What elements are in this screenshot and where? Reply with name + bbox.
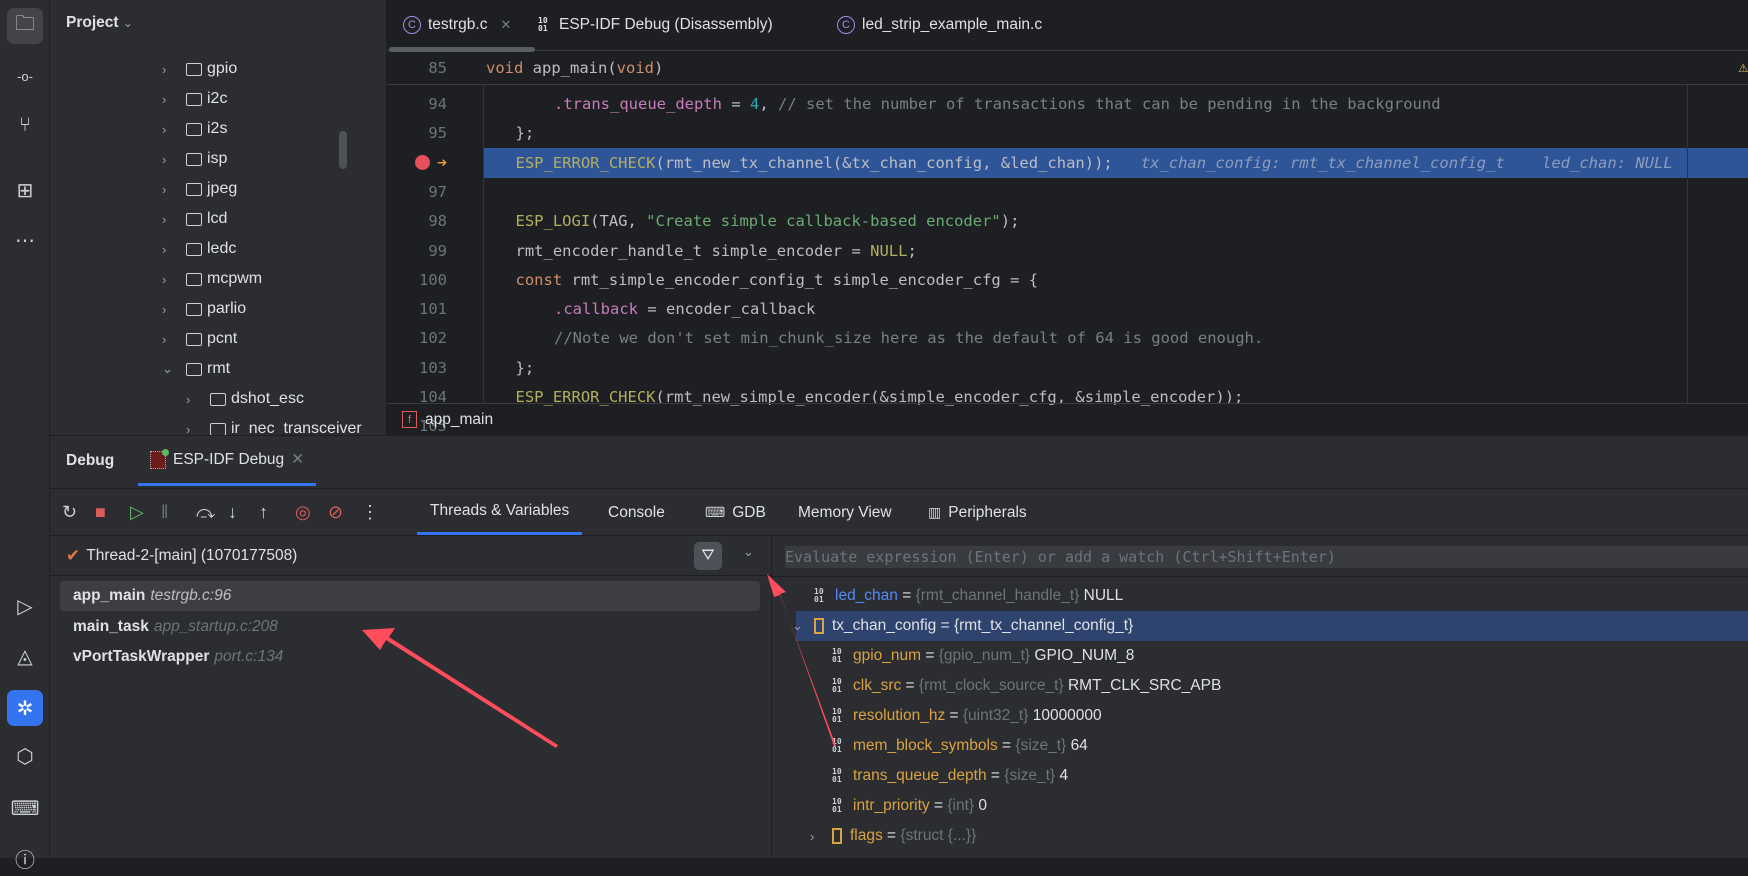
annotation-arrow [767, 574, 836, 746]
annotation-arrows [362, 574, 836, 748]
annotation-arrow [362, 628, 558, 748]
